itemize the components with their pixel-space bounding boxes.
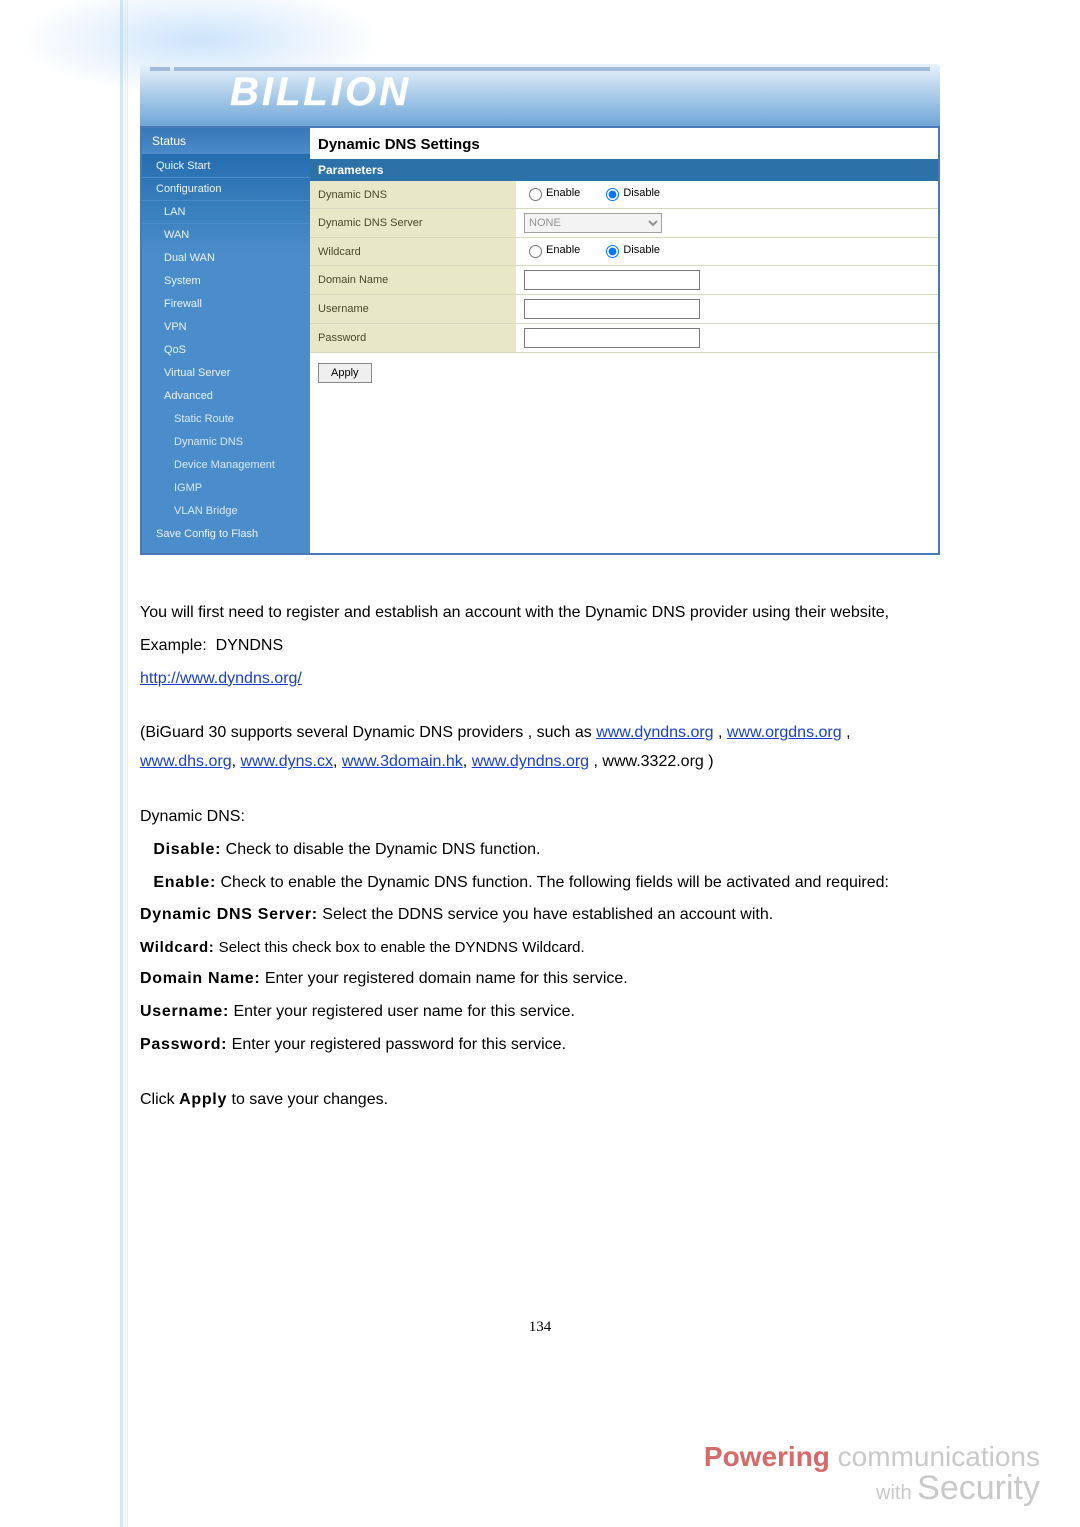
paragraph: Dynamic DNS Server: Select the DDNS serv…	[140, 901, 940, 930]
dns-server-select[interactable]: NONE	[524, 213, 662, 233]
sidebar-item-advanced[interactable]: Advanced	[142, 385, 310, 408]
row-label: Username	[310, 295, 516, 324]
orgdns-link[interactable]: www.orgdns.org	[727, 724, 842, 741]
dhs-link[interactable]: www.dhs.org	[140, 753, 232, 770]
row-label: Dynamic DNS Server	[310, 209, 516, 238]
sidebar-item-device-management[interactable]: Device Management	[142, 454, 310, 477]
sidebar-header[interactable]: Status	[142, 128, 310, 155]
brand-logo: BILLION	[230, 70, 411, 115]
paragraph: You will first need to register and esta…	[140, 599, 940, 628]
sidebar-item-lan[interactable]: LAN	[142, 201, 310, 224]
sidebar-item-firewall[interactable]: Firewall	[142, 293, 310, 316]
username-input[interactable]	[524, 299, 700, 319]
sidebar-item-qos[interactable]: QoS	[142, 339, 310, 362]
row-label: Domain Name	[310, 266, 516, 295]
sidebar-item-virtual-server[interactable]: Virtual Server	[142, 362, 310, 385]
wildcard-enable-radio[interactable]: Enable	[524, 242, 580, 258]
row-label: Wildcard	[310, 238, 516, 266]
sidebar-item-dynamic-dns[interactable]: Dynamic DNS	[142, 431, 310, 454]
sidebar: Status Quick StartConfigurationLANWANDua…	[142, 128, 310, 553]
paragraph: Username: Enter your registered user nam…	[140, 998, 940, 1027]
section-header: Parameters	[310, 159, 938, 181]
paragraph: Wildcard: Select this check box to enabl…	[140, 934, 940, 961]
router-ui-screenshot: Status Quick StartConfigurationLANWANDua…	[140, 126, 940, 555]
main-panel: Dynamic DNS Settings Parameters Dynamic …	[310, 128, 938, 553]
paragraph: Password: Enter your registered password…	[140, 1031, 940, 1060]
sidebar-item-system[interactable]: System	[142, 270, 310, 293]
paragraph: (BiGuard 30 supports several Dynamic DNS…	[140, 719, 940, 777]
page-title: Dynamic DNS Settings	[310, 128, 938, 159]
apply-button[interactable]: Apply	[318, 363, 372, 383]
paragraph: Click Apply to save your changes.	[140, 1086, 940, 1115]
sidebar-item-save-config-to-flash[interactable]: Save Config to Flash	[142, 523, 310, 546]
footer-brand: Powering communications with Security	[704, 1443, 1040, 1505]
dyndns-link[interactable]: www.dyndns.org	[596, 724, 713, 741]
sidebar-item-static-route[interactable]: Static Route	[142, 408, 310, 431]
paragraph: Enable: Check to enable the Dynamic DNS …	[140, 869, 940, 898]
sidebar-item-quick-start[interactable]: Quick Start	[142, 155, 310, 178]
paragraph: Example: DYNDNS	[140, 632, 940, 661]
row-label: Dynamic DNS	[310, 181, 516, 209]
sidebar-item-wan[interactable]: WAN	[142, 224, 310, 247]
sidebar-item-vpn[interactable]: VPN	[142, 316, 310, 339]
page-number: 134	[140, 1314, 940, 1341]
dynamic-dns-enable-radio[interactable]: Enable	[524, 185, 580, 201]
sidebar-item-vlan-bridge[interactable]: VLAN Bridge	[142, 500, 310, 523]
brand-bar: BILLION	[140, 64, 940, 126]
wildcard-disable-radio[interactable]: Disable	[601, 242, 660, 258]
paragraph: Dynamic DNS:	[140, 803, 940, 832]
sidebar-item-configuration[interactable]: Configuration	[142, 178, 310, 201]
paragraph: Domain Name: Enter your registered domai…	[140, 965, 940, 994]
sidebar-item-dual-wan[interactable]: Dual WAN	[142, 247, 310, 270]
dynamic-dns-disable-radio[interactable]: Disable	[601, 185, 660, 201]
dyndns-link[interactable]: http://www.dyndns.org/	[140, 670, 302, 687]
threedomain-link[interactable]: www.3domain.hk	[342, 753, 463, 770]
dyndns-link[interactable]: www.dyndns.org	[472, 753, 589, 770]
row-label: Password	[310, 324, 516, 353]
domain-name-input[interactable]	[524, 270, 700, 290]
dyns-link[interactable]: www.dyns.cx	[240, 753, 332, 770]
sidebar-item-igmp[interactable]: IGMP	[142, 477, 310, 500]
document-body: You will first need to register and esta…	[140, 599, 940, 1341]
paragraph: Disable: Check to disable the Dynamic DN…	[140, 836, 940, 865]
parameters-table: Dynamic DNS Enable Disable Dynamic DNS S…	[310, 181, 938, 353]
password-input[interactable]	[524, 328, 700, 348]
